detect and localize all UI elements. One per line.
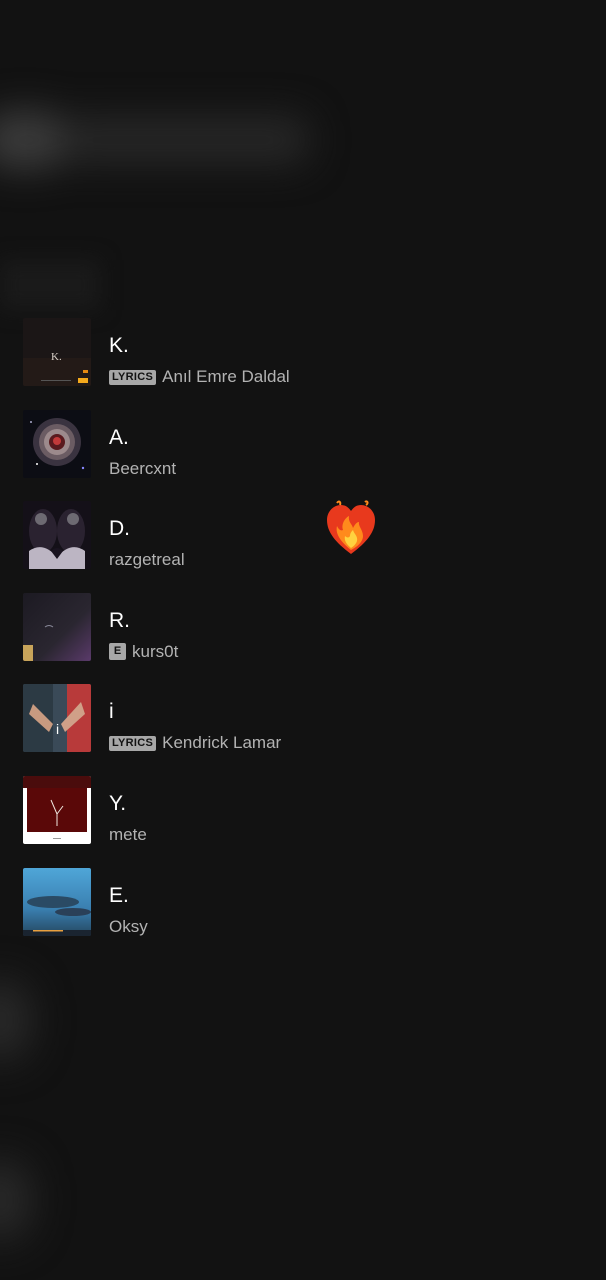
album-cover-d (23, 501, 91, 570)
track-row[interactable]: E. Oksy (0, 867, 606, 960)
track-row[interactable]: Y. mete (0, 775, 606, 868)
track-title: E. (109, 883, 129, 907)
track-subtitle: Oksy (109, 917, 148, 937)
blurred-header (0, 60, 340, 220)
album-cover-y (23, 775, 91, 844)
track-row[interactable]: K. K. LYRICS Anıl Emre Daldal (0, 318, 606, 410)
track-subtitle: LYRICS Kendrick Lamar (109, 733, 281, 753)
track-title: i (109, 700, 114, 724)
album-cover-i: i (23, 684, 91, 753)
track-list: K. K. LYRICS Anıl Emre Daldal A. Beercxn… (0, 318, 606, 959)
album-cover-r (23, 592, 91, 661)
blurred-edge (0, 980, 30, 1060)
track-row[interactable]: A. Beercxnt (0, 409, 606, 502)
track-subtitle: Beercxnt (109, 459, 176, 479)
track-title: K. (109, 334, 129, 357)
track-title: A. (109, 425, 129, 449)
explicit-badge: E (109, 643, 126, 661)
track-subtitle: mete (109, 825, 147, 845)
cover-text: K. (51, 351, 62, 363)
lyrics-badge: LYRICS (109, 735, 157, 751)
track-artist: Beercxnt (109, 458, 177, 478)
svg-text:i: i (56, 721, 59, 737)
fire-heart-icon (325, 500, 377, 556)
track-artist: razgetreal (109, 550, 185, 570)
track-title: Y. (109, 791, 127, 815)
album-cover-k: K. (23, 318, 91, 386)
track-title: D. (109, 517, 130, 541)
track-artist: Anıl Emre Daldal (162, 367, 290, 386)
track-subtitle: LYRICS Anıl Emre Daldal (109, 367, 290, 387)
track-row[interactable]: i i LYRICS Kendrick Lamar (0, 684, 606, 776)
blurred-band (0, 260, 100, 310)
blurred-edge (0, 1160, 30, 1240)
track-subtitle: E kurs0t (109, 642, 178, 662)
track-artist: kurs0t (132, 641, 179, 661)
track-artist: Oksy (109, 916, 148, 936)
track-row[interactable]: D. razgetreal (0, 501, 606, 593)
album-cover-e (23, 867, 91, 936)
lyrics-badge: LYRICS (109, 369, 157, 385)
track-title: R. (109, 608, 130, 632)
track-subtitle: razgetreal (109, 550, 185, 570)
track-artist: mete (109, 824, 147, 844)
track-artist: Kendrick Lamar (162, 733, 282, 753)
album-cover-a (23, 409, 91, 478)
track-row[interactable]: R. E kurs0t (0, 592, 606, 685)
